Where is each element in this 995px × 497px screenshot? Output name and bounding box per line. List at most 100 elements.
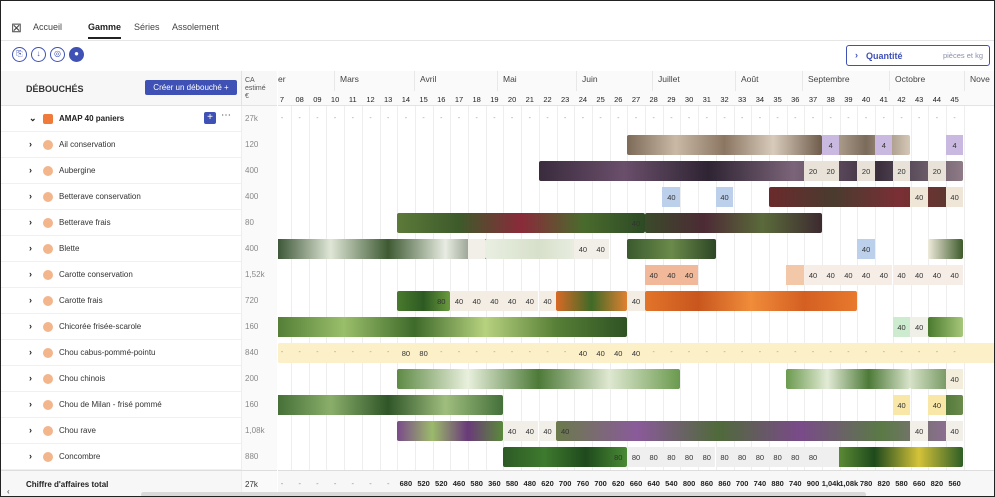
product-row[interactable]: › Blette 400 xyxy=(1,236,277,262)
empty-cell: - xyxy=(705,349,708,356)
product-name: Aubergine xyxy=(59,166,96,175)
chevron-right-icon[interactable]: › xyxy=(29,269,32,279)
quantity-value: 80 xyxy=(614,453,623,462)
target-icon[interactable]: ◎ xyxy=(50,47,65,62)
chevron-right-icon[interactable]: › xyxy=(29,425,32,435)
week-label: 12 xyxy=(366,95,375,104)
chevron-right-icon[interactable]: › xyxy=(29,451,32,461)
product-badge-icon xyxy=(43,426,53,436)
chevron-right-icon[interactable]: › xyxy=(29,295,32,305)
download-icon[interactable]: ↓ xyxy=(31,47,46,62)
product-row[interactable]: › Chou chinois 200 xyxy=(1,366,277,392)
quantity-value: 80 xyxy=(419,349,428,358)
product-row[interactable]: › Betterave frais 80 xyxy=(1,210,277,236)
product-row[interactable]: › Chou de Milan - frisé pommé 160 xyxy=(1,392,277,418)
add-product-button[interactable]: + xyxy=(204,112,216,124)
group-empty-cell: - xyxy=(776,115,779,122)
empty-cell: - xyxy=(369,349,372,356)
group-empty-cell: - xyxy=(475,115,478,122)
group-empty-cell: - xyxy=(280,115,284,122)
week-label: 17 xyxy=(454,95,464,104)
week-label: 23 xyxy=(561,95,570,104)
product-row[interactable]: › Betterave conservation 400 xyxy=(1,184,277,210)
product-ca: 200 xyxy=(245,374,259,383)
product-row[interactable]: › Aubergine 400 xyxy=(1,158,277,184)
chevron-right-icon[interactable]: › xyxy=(29,165,32,175)
quantity-cell xyxy=(467,239,486,259)
week-label: 37 xyxy=(808,95,818,104)
product-badge-icon xyxy=(43,140,53,150)
tab-accueil[interactable]: Accueil xyxy=(33,22,62,32)
chevron-right-icon[interactable]: › xyxy=(29,399,32,409)
quantity-selector[interactable]: › Quantité pièces et kg xyxy=(846,45,990,66)
quantity-value: 40 xyxy=(454,297,464,306)
month-divider xyxy=(576,71,577,91)
product-name: Betterave conservation xyxy=(59,192,141,201)
product-badge-icon xyxy=(43,192,53,202)
empty-cell: - xyxy=(528,349,531,356)
week-total: 660 xyxy=(629,479,643,488)
quantity-value: 40 xyxy=(543,427,552,436)
empty-cell: - xyxy=(280,349,284,356)
chevron-right-icon[interactable]: › xyxy=(29,139,32,149)
save-icon[interactable]: ⎘ xyxy=(12,47,27,62)
chevron-down-icon[interactable]: ⌄ xyxy=(29,113,37,124)
week-total: - xyxy=(316,479,319,488)
week-gridline xyxy=(468,106,469,470)
quantity-value: 40 xyxy=(844,271,853,280)
more-options-icon[interactable]: ⋯ xyxy=(221,110,231,121)
tab-series[interactable]: Séries xyxy=(134,22,160,32)
product-row[interactable]: › Concombre 880 xyxy=(1,444,277,470)
month-divider xyxy=(735,71,736,91)
group-name: AMAP 40 paniers xyxy=(59,114,125,123)
tab-gamme[interactable]: Gamme xyxy=(88,22,122,39)
month-divider xyxy=(414,71,415,91)
product-name: Ail conservation xyxy=(59,140,116,149)
empty-cell: - xyxy=(564,349,567,356)
group-row-amap[interactable]: ⌄ AMAP 40 paniers + ⋯ 27k xyxy=(1,106,277,132)
quantity-value: 4 xyxy=(828,141,833,150)
week-total: 580 xyxy=(895,479,908,488)
quantity-value: 40 xyxy=(596,349,605,358)
month-divider xyxy=(497,71,498,91)
quantity-value: 40 xyxy=(614,349,623,358)
week-label: 39 xyxy=(844,95,853,104)
group-empty-cell: - xyxy=(617,115,620,122)
group-empty-cell: - xyxy=(316,115,319,122)
product-row[interactable]: › Chicorée frisée-scarole 160 xyxy=(1,314,277,340)
ca-header-line2: estimé xyxy=(245,85,266,92)
product-row[interactable]: › Chou cabus-pommé-pointu 840 xyxy=(1,340,277,366)
product-row[interactable]: › Ail conservation 120 xyxy=(1,132,277,158)
empty-cell: - xyxy=(652,349,655,356)
chevron-right-icon[interactable]: › xyxy=(29,347,32,357)
product-row[interactable]: › Carotte frais 720 xyxy=(1,288,277,314)
week-total: 620 xyxy=(541,479,554,488)
group-empty-cell: - xyxy=(457,115,461,122)
week-total: 1,08k xyxy=(839,479,859,488)
horizontal-scrollbar[interactable] xyxy=(141,492,866,496)
app-logo-icon[interactable]: ⊠ xyxy=(11,20,22,36)
product-row[interactable]: › Carotte conservation 1,52k xyxy=(1,262,277,288)
chevron-right-icon[interactable]: › xyxy=(29,373,32,383)
fire-icon[interactable]: ● xyxy=(69,47,84,62)
chevron-right-icon[interactable]: › xyxy=(29,321,32,331)
group-empty-cell: - xyxy=(387,115,390,122)
product-row[interactable]: › Chou rave 1,08k xyxy=(1,418,277,444)
chevron-right-icon[interactable]: › xyxy=(29,243,32,253)
scroll-left-icon[interactable]: ‹ xyxy=(7,487,10,496)
quantity-value: 20 xyxy=(861,167,871,176)
product-badge-icon xyxy=(43,270,53,280)
quantity-value: 40 xyxy=(915,271,924,280)
chevron-right-icon[interactable]: › xyxy=(29,217,32,227)
month-label: Juillet xyxy=(658,74,680,84)
week-label: 22 xyxy=(543,95,552,104)
group-empty-cell: - xyxy=(935,115,939,122)
week-total: 900 xyxy=(806,479,820,488)
chevron-right-icon[interactable]: › xyxy=(29,191,32,201)
group-empty-cell: - xyxy=(847,115,850,122)
create-outlet-button[interactable]: Créer un débouché + xyxy=(145,80,237,95)
week-label: 14 xyxy=(401,95,411,104)
tab-assolement[interactable]: Assolement xyxy=(172,22,219,32)
month-label: Avril xyxy=(420,74,437,84)
empty-cell: - xyxy=(316,349,319,356)
